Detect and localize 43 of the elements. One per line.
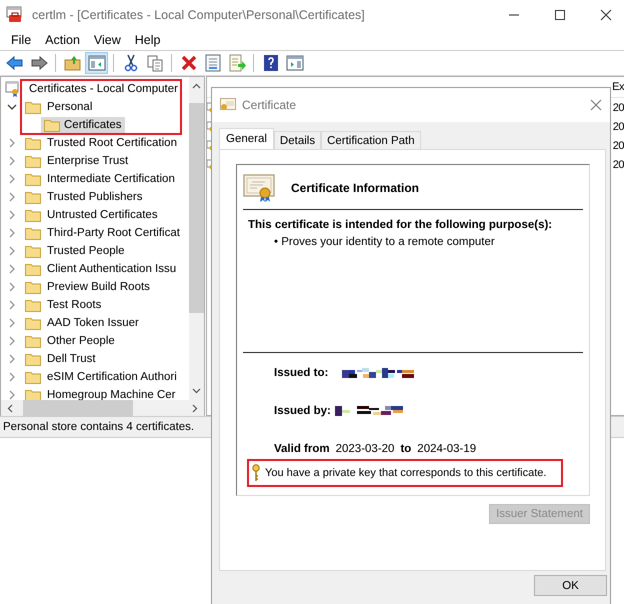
tree-item[interactable]: Other People: [45, 334, 117, 348]
purpose-heading: This certificate is intended for the following purpose(s):: [247, 219, 554, 231]
menu-item[interactable]: Help: [128, 33, 168, 47]
column-header[interactable]: Ex: [612, 81, 624, 93]
dialog-title: Certificate: [242, 98, 296, 112]
tree-item[interactable]: Client Authentication Issu: [45, 262, 178, 276]
table-cell: 20: [612, 140, 624, 152]
tree-item[interactable]: Trusted Root Certification: [45, 136, 179, 150]
table-cell: 20: [612, 158, 624, 170]
field-label: Issued to:: [274, 367, 328, 379]
tab[interactable]: Certification Path: [321, 131, 421, 149]
tree-item[interactable]: Intermediate Certification: [45, 172, 177, 186]
tree-item[interactable]: Trusted Publishers: [45, 190, 144, 204]
tree-item[interactable]: Personal: [45, 100, 94, 114]
field-label: to: [400, 443, 412, 455]
date-value: 2023-03-20: [336, 443, 394, 455]
tree-item[interactable]: Certificates - Local Computer: [27, 82, 180, 96]
table-cell: 20: [612, 102, 624, 114]
window-title: certlm - [Certificates - Local Computer\Personal\Certificates]: [32, 8, 365, 22]
section-heading: Certificate Information: [291, 181, 420, 195]
field-label: Valid from: [274, 443, 330, 455]
tree-item[interactable]: Certificates: [41, 117, 125, 133]
tree-item[interactable]: AAD Token Issuer: [45, 316, 141, 330]
tree-item[interactable]: Test Roots: [45, 298, 104, 312]
date-value: 2024-03-19: [417, 443, 476, 455]
menu-item[interactable]: File: [4, 33, 38, 47]
tree-item[interactable]: Preview Build Roots: [45, 280, 152, 294]
table-cell: 20: [612, 120, 624, 132]
tree-item[interactable]: Third-Party Root Certificat: [45, 226, 182, 240]
menu-item[interactable]: Action: [38, 33, 87, 47]
private-key-notice: You have a private key that corresponds to this certificate.: [265, 467, 546, 479]
tree-item[interactable]: Enterprise Trust: [45, 154, 130, 168]
tree-item[interactable]: Dell Trust: [45, 352, 98, 366]
tree-item[interactable]: Trusted People: [45, 244, 127, 258]
status-text: Personal store contains 4 certificates.: [3, 421, 194, 433]
purpose-item: • Proves your identity to a remote computer: [273, 236, 496, 248]
tab[interactable]: General: [219, 128, 274, 149]
tree-item[interactable]: eSIM Certification Authori: [45, 370, 179, 384]
ok-button[interactable]: OK: [534, 575, 607, 596]
menu-item[interactable]: View: [86, 33, 128, 47]
tab[interactable]: Details: [274, 131, 322, 149]
field-label: Issued by:: [274, 405, 331, 417]
tree-item[interactable]: Untrusted Certificates: [45, 208, 160, 222]
